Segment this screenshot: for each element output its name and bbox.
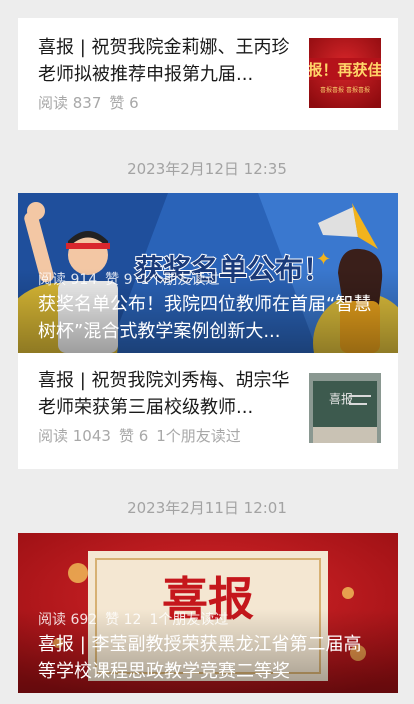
- thumbnail-text: 报！再获佳: [309, 61, 381, 79]
- hero-article[interactable]: 喜报 阅读 692 赞 12 1个朋友读过 喜报 | 李莹副教授荣获黑龙江省第二届高…: [18, 533, 398, 693]
- friends-read: 1个朋友读过: [156, 427, 241, 445]
- read-count: 阅读 1043: [38, 427, 111, 445]
- article-title: 喜报 | 祝贺我院刘秀梅、胡宗华老师荣获第三届校级教师...: [38, 370, 290, 418]
- like-count: 赞 12: [105, 612, 142, 628]
- hero-article[interactable]: 获奖名单公布！ ✦ 阅读 914赞 91个朋友读过 获奖名单公布！我院四位教师在…: [18, 193, 398, 353]
- article-thumbnail: 报！再获佳 喜报喜报 喜报喜报: [309, 38, 381, 108]
- read-count: 阅读 692: [38, 612, 98, 628]
- hero-title: 喜报 | 李莹副教授荣获黑龙江省第二届高等学校课程思政教学竞赛二等奖: [38, 634, 362, 682]
- like-count: 赞 9: [105, 272, 133, 288]
- read-count: 阅读 914: [38, 272, 98, 288]
- date-separator: 2023年2月11日 12:01: [127, 499, 287, 517]
- like-count: 赞 6: [109, 94, 139, 112]
- hero-meta: 阅读 692 赞 12 1个朋友读过: [38, 609, 378, 629]
- article-group-card: 获奖名单公布！ ✦ 阅读 914赞 91个朋友读过 获奖名单公布！我院四位教师在…: [18, 193, 398, 469]
- article-title: 喜报 | 祝贺我院金莉娜、王丙珍老师拟被推荐申报第九届...: [38, 37, 290, 85]
- article-group-card: 喜报 阅读 692 赞 12 1个朋友读过 喜报 | 李莹副教授荣获黑龙江省第二届高…: [18, 533, 398, 693]
- friends-read: 1个朋友读过: [149, 612, 229, 628]
- article-thumbnail: 喜报: [309, 373, 381, 443]
- friends-read: 1个朋友读过: [140, 272, 220, 288]
- hero-overlay: 阅读 692 赞 12 1个朋友读过 喜报 | 李莹副教授荣获黑龙江省第二届高等学校…: [18, 609, 398, 693]
- svg-text:✦: ✦: [316, 249, 331, 270]
- thumbnail-subtext: 喜报喜报 喜报喜报: [320, 86, 370, 94]
- like-count: 赞 6: [118, 427, 149, 445]
- date-separator: 2023年2月12日 12:35: [127, 160, 287, 178]
- read-count: 阅读 837: [38, 94, 102, 112]
- article-row[interactable]: 喜报 | 祝贺我院金莉娜、王丙珍老师拟被推荐申报第九届... 阅读 837 赞 6…: [18, 18, 398, 130]
- hero-meta: 阅读 914 赞 9 1个朋友读过: [38, 269, 378, 289]
- article-card[interactable]: 喜报 | 祝贺我院金莉娜、王丙珍老师拟被推荐申报第九届... 阅读 837 赞 6…: [18, 18, 398, 130]
- article-row[interactable]: 喜报 | 祝贺我院刘秀梅、胡宗华老师荣获第三届校级教师... 阅读 1043 赞 …: [18, 353, 398, 469]
- hero-title: 获奖名单公布！我院四位教师在首届“智慧树杯”混合式教学案例创新大...: [38, 294, 372, 342]
- hero-overlay: 阅读 914 赞 9 1个朋友读过 获奖名单公布！我院四位教师在首届“智慧树杯”混合…: [18, 269, 398, 353]
